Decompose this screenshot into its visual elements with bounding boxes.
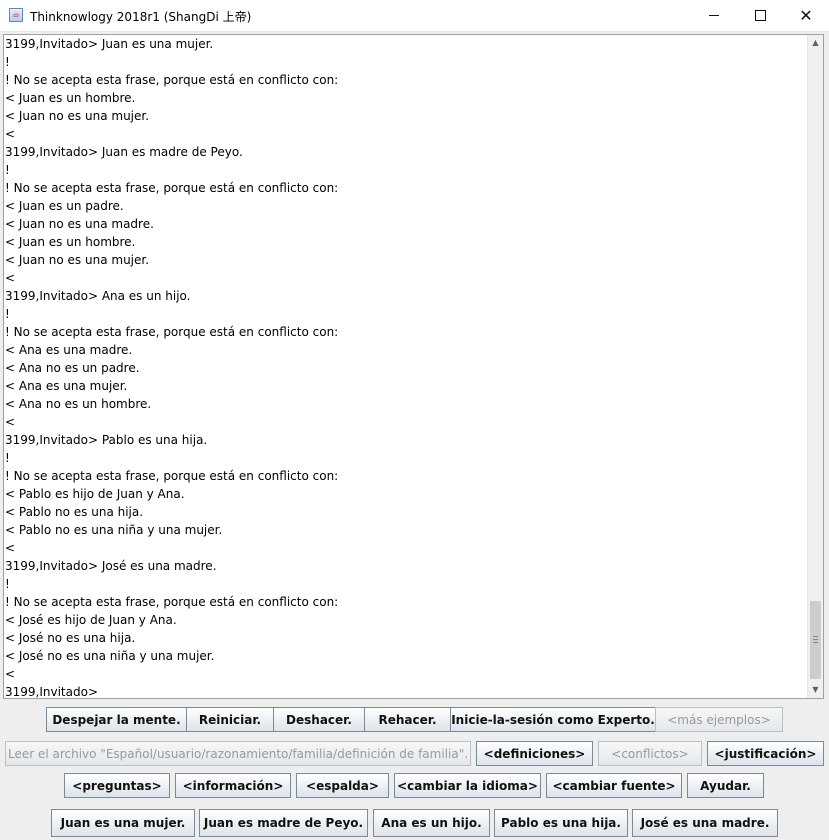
output-line: ! xyxy=(5,451,10,465)
output-line: < Juan es un padre. xyxy=(5,199,124,213)
scroll-thumb[interactable] xyxy=(810,601,821,679)
read-file-button[interactable]: Leer el archivo "Español/usuario/razonam… xyxy=(5,741,471,766)
undo-button[interactable]: Deshacer. xyxy=(273,707,365,732)
close-button[interactable]: ✕ xyxy=(783,0,829,30)
vertical-scrollbar[interactable]: ▲ ▼ xyxy=(807,35,823,698)
restart-button[interactable]: Reiniciar. xyxy=(186,707,274,732)
maximize-icon xyxy=(754,9,766,21)
output-line: < Juan no es una mujer. xyxy=(5,253,150,267)
maximize-button[interactable] xyxy=(737,0,783,30)
login-expert-button[interactable]: Inicie-la-sesión como Experto. xyxy=(450,707,656,732)
minimize-icon xyxy=(709,14,719,16)
output-line: ! No se acepta esta frase, porque está e… xyxy=(5,181,339,195)
output-line: < Juan no es una mujer. xyxy=(5,109,150,123)
output-line: 3199,Invitado> Juan es madre de Peyo. xyxy=(5,145,243,159)
output-line: < xyxy=(5,127,16,141)
window-title: Thinknowlogy 2018r1 (ShangDi 上帝) xyxy=(30,10,252,24)
output-line: ! No se acepta esta frase, porque está e… xyxy=(5,73,339,87)
grip-line xyxy=(813,639,818,640)
output-line: < José no es una niña y una mujer. xyxy=(5,649,215,663)
output-line: ! xyxy=(5,577,10,591)
output-line: 3199,Invitado> Juan es una mujer. xyxy=(5,37,214,51)
output-line: < xyxy=(5,667,16,681)
output-line: ! No se acepta esta frase, porque está e… xyxy=(5,469,339,483)
clear-mind-button[interactable]: Despejar la mente. xyxy=(46,707,187,732)
output-line: < Juan es un hombre. xyxy=(5,91,136,105)
output-line: < Ana no es un padre. xyxy=(5,361,140,375)
redo-button[interactable]: Rehacer. xyxy=(364,707,451,732)
conflicts-button[interactable]: <conflictos> xyxy=(598,741,702,766)
output-text-area[interactable]: 3199,Invitado> Juan es una mujer.! ! No s… xyxy=(3,34,824,699)
scroll-up-arrow-icon[interactable]: ▲ xyxy=(808,35,823,51)
java-cup-icon: ☕ xyxy=(9,8,23,22)
sentence-ana-hijo-button[interactable]: Ana es un hijo. xyxy=(373,809,490,837)
output-line: < xyxy=(5,271,16,285)
information-button[interactable]: <información> xyxy=(175,773,291,798)
scroll-down-arrow-icon[interactable]: ▼ xyxy=(808,682,823,698)
output-line: < Juan no es una madre. xyxy=(5,217,154,231)
output-line: < Pablo es hijo de Juan y Ana. xyxy=(5,487,185,501)
close-icon: ✕ xyxy=(799,5,813,25)
output-line: ! xyxy=(5,163,10,177)
sentence-juan-madre-button[interactable]: Juan es madre de Peyo. xyxy=(199,809,368,837)
more-examples-button[interactable]: <más ejemplos> xyxy=(655,707,783,732)
output-line: < Ana no es un hombre. xyxy=(5,397,152,411)
output-line: < José es hijo de Juan y Ana. xyxy=(5,613,177,627)
output-line: < José no es una hija. xyxy=(5,631,136,645)
help-button[interactable]: Ayudar. xyxy=(687,773,764,798)
output-line: < xyxy=(5,415,16,429)
back-button[interactable]: <espalda> xyxy=(296,773,389,798)
output-line: < xyxy=(5,541,16,555)
output-lines: 3199,Invitado> Juan es una mujer.! ! No s… xyxy=(4,35,807,698)
sentence-pablo-hija-button[interactable]: Pablo es una hija. xyxy=(494,809,628,837)
output-line: ! No se acepta esta frase, porque está e… xyxy=(5,325,339,339)
grip-line xyxy=(813,636,818,637)
output-line: 3199,Invitado> Pablo es una hija. xyxy=(5,433,208,447)
output-line: ! xyxy=(5,307,10,321)
output-line: ! No se acepta esta frase, porque está e… xyxy=(5,595,339,609)
output-line: 3199,Invitado> Ana es un hijo. xyxy=(5,289,191,303)
output-line: < Ana es una madre. xyxy=(5,343,133,357)
output-line: < Juan es un hombre. xyxy=(5,235,136,249)
sentence-juan-mujer-button[interactable]: Juan es una mujer. xyxy=(51,809,195,837)
change-font-button[interactable]: <cambiar fuente> xyxy=(546,773,682,798)
grip-line xyxy=(813,642,818,643)
output-line: ! xyxy=(5,55,10,69)
output-line: < Ana es una mujer. xyxy=(5,379,128,393)
title-bar: ☕ Thinknowlogy 2018r1 (ShangDi 上帝) ✕ xyxy=(0,0,829,32)
output-line: 3199,Invitado> José es una madre. xyxy=(5,559,217,573)
output-line: < Pablo no es una niña y una mujer. xyxy=(5,523,223,537)
output-line: < Pablo no es una hija. xyxy=(5,505,144,519)
justification-button[interactable]: <justificación> xyxy=(707,741,824,766)
sentence-jose-madre-button[interactable]: José es una madre. xyxy=(632,809,778,837)
definitions-button[interactable]: <definiciones> xyxy=(476,741,593,766)
change-language-button[interactable]: <cambiar la idioma> xyxy=(394,773,541,798)
questions-button[interactable]: <preguntas> xyxy=(64,773,170,798)
minimize-button[interactable] xyxy=(691,0,737,30)
output-line: 3199,Invitado> xyxy=(5,685,99,698)
